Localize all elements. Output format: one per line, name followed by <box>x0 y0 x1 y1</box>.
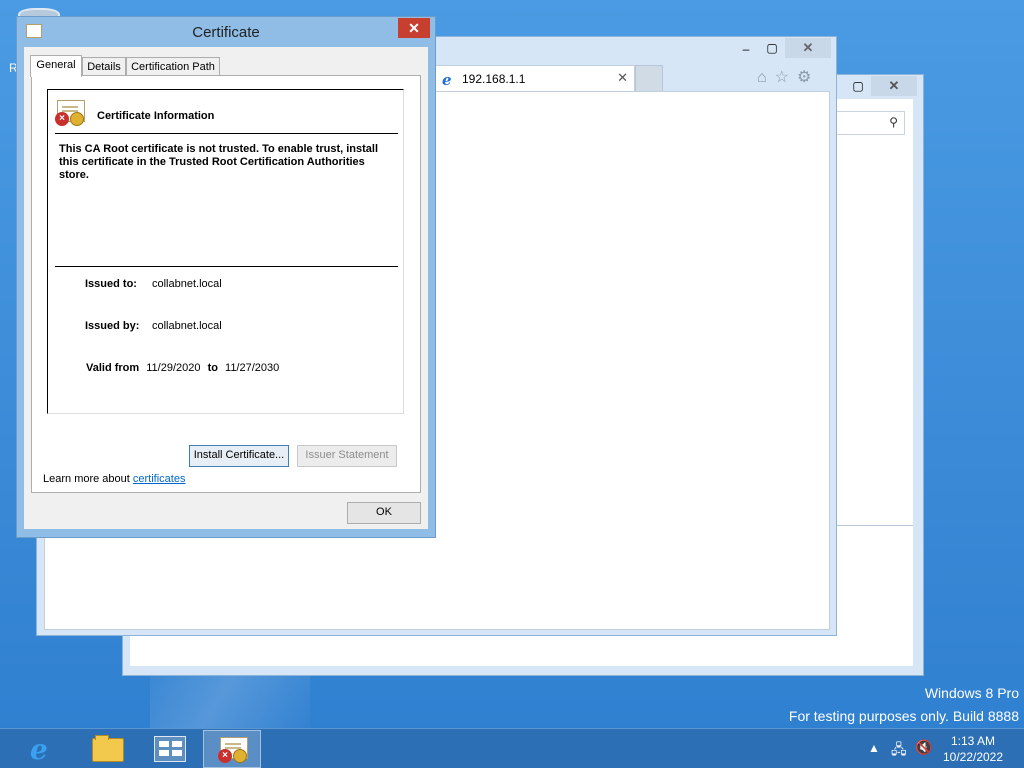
issued-to-label: Issued to: <box>85 278 137 290</box>
issued-by-value: collabnet.local <box>152 320 222 332</box>
gear-icon[interactable]: ⚙ <box>797 69 819 86</box>
valid-from-label: Valid from <box>86 362 140 374</box>
validity-row: Valid from 11/29/2020 to 11/27/2030 <box>86 362 279 374</box>
dialog-body: General Details Certification Path × Cer… <box>24 47 428 529</box>
valid-to-label: to <box>207 362 218 374</box>
issuer-statement-button[interactable]: Issuer Statement <box>297 445 397 467</box>
divider <box>55 266 398 267</box>
browser-tab[interactable]: e 192.168.1.1 ✕ <box>435 65 635 92</box>
valid-from-value: 11/29/2020 <box>146 362 201 374</box>
close-button[interactable]: ✕ <box>398 18 430 38</box>
system-clock[interactable]: 1:13 AM 10/22/2022 <box>940 733 1006 765</box>
tab-close-icon[interactable]: ✕ <box>617 70 628 86</box>
tab-title: 192.168.1.1 <box>462 72 526 86</box>
learn-more-text: Learn more about certificates <box>43 473 185 485</box>
build-watermark: For testing purposes only. Build 8888 <box>788 708 1019 724</box>
issued-to-value: collabnet.local <box>152 278 222 290</box>
tab-general[interactable]: General <box>30 55 82 77</box>
maximize-icon[interactable]: ▢ <box>759 39 785 57</box>
certificate-info-box: × Certificate Information This CA Root c… <box>47 89 404 414</box>
close-button[interactable]: ✕ <box>785 38 831 58</box>
browser-toolbar: ⌂☆⚙ <box>757 67 819 87</box>
clock-date: 10/22/2022 <box>942 750 1004 764</box>
taskbar-server-manager-button[interactable] <box>140 730 198 768</box>
server-manager-icon <box>154 736 186 762</box>
general-panel: × Certificate Information This CA Root c… <box>31 75 421 493</box>
clock-time: 1:13 AM <box>950 734 996 748</box>
ie-logo-icon: e <box>442 71 452 89</box>
search-box[interactable]: ⚲ <box>835 111 905 135</box>
maximize-icon[interactable]: ▢ <box>845 77 871 95</box>
taskbar: e × ▲ 🖧 🔇 1:13 AM 10/22/2022 <box>0 728 1024 768</box>
certificate-dialog[interactable]: Certificate ✕ General Details Certificat… <box>16 16 436 538</box>
tab-certification-path[interactable]: Certification Path <box>126 57 220 76</box>
taskbar-ie-button[interactable]: e <box>16 730 74 768</box>
issued-by-label: Issued by: <box>85 320 140 332</box>
learn-more-prefix: Learn more about <box>43 473 130 485</box>
ok-button[interactable]: OK <box>347 502 421 524</box>
certificate-icon: × <box>218 737 248 765</box>
info-title: Certificate Information <box>97 110 215 122</box>
issued-by-row: Issued by: collabnet.local <box>85 320 222 332</box>
window-content <box>835 99 913 525</box>
new-tab-button[interactable] <box>635 65 663 93</box>
divider <box>55 133 398 134</box>
tray-overflow-icon[interactable]: ▲ <box>868 741 880 755</box>
home-icon[interactable]: ⌂ <box>757 69 775 86</box>
internet-explorer-icon: e <box>30 733 48 766</box>
dialog-titlebar[interactable]: Certificate ✕ <box>17 17 435 47</box>
certificates-link[interactable]: certificates <box>133 473 186 485</box>
star-icon[interactable]: ☆ <box>775 69 797 86</box>
search-icon[interactable]: ⚲ <box>889 115 898 129</box>
untrusted-certificate-icon: × <box>55 100 85 126</box>
valid-to-value: 11/27/2030 <box>225 362 280 374</box>
network-icon[interactable]: 🖧 <box>891 739 907 763</box>
os-edition-label: Windows 8 Pro <box>924 685 1019 701</box>
volume-muted-icon[interactable]: 🔇 <box>915 739 932 756</box>
taskbar-certificate-button[interactable]: × <box>203 730 261 768</box>
install-certificate-button[interactable]: Install Certificate... <box>189 445 289 467</box>
taskbar-explorer-button[interactable] <box>78 730 136 768</box>
minimize-icon[interactable]: – <box>733 40 759 58</box>
issued-to-row: Issued to: collabnet.local <box>85 278 222 290</box>
dialog-title: Certificate <box>192 24 260 41</box>
close-button[interactable]: ✕ <box>871 76 917 96</box>
folder-icon <box>92 735 124 762</box>
tab-details[interactable]: Details <box>82 57 126 76</box>
trust-warning: This CA Root certificate is not trusted.… <box>59 143 379 181</box>
